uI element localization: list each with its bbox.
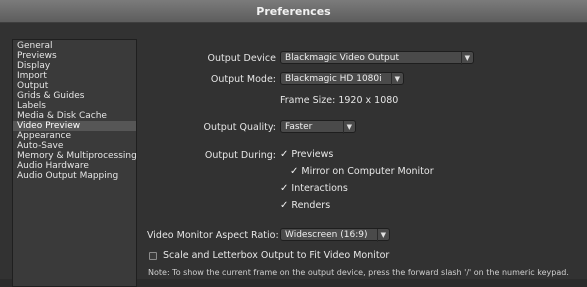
sidebar-item-video-preview[interactable]: Video Preview [13,121,136,131]
mirror-checkbox-label: Mirror on Computer Monitor [301,166,434,177]
output-mode-label: Output Mode: [210,74,276,85]
renders-checkbox-row[interactable]: ✓ Renders [280,200,330,211]
checkmark-icon: ✓ [290,166,299,177]
interactions-checkbox-row[interactable]: ✓ Interactions [280,183,348,194]
output-quality-value: Faster [285,122,313,132]
video-preview-panel: Output Device Blackmagic Video Output ▼ … [140,23,587,279]
scale-letterbox-checkbox[interactable] [149,251,157,260]
aspect-ratio-label: Video Monitor Aspect Ratio: [147,230,279,241]
output-mode-value: Blackmagic HD 1080i [285,74,382,84]
chevron-down-icon: ▼ [460,52,470,65]
sidebar-item-auto-save[interactable]: Auto-Save [13,141,136,151]
sidebar-item-grids-guides[interactable]: Grids & Guides [13,91,136,101]
checkmark-icon: ✓ [280,183,289,194]
interactions-checkbox-label: Interactions [291,183,348,194]
output-device-dropdown[interactable]: Blackmagic Video Output ▼ [280,51,474,65]
sidebar-item-display[interactable]: Display [13,61,136,71]
previews-checkbox-label: Previews [291,149,334,160]
sidebar-item-general[interactable]: General [13,41,136,51]
window-titlebar: Preferences [0,0,587,23]
output-during-label: Output During: [204,150,276,161]
sidebar-item-memory-multiprocessing[interactable]: Memory & Multiprocessing [13,151,137,161]
keyboard-shortcut-note: Note: To show the current frame on the o… [148,268,569,277]
chevron-down-icon: ▼ [342,121,352,134]
scale-letterbox-checkbox-row[interactable]: Scale and Letterbox Output to Fit Video … [149,250,389,261]
sidebar-item-output[interactable]: Output [13,81,136,91]
sidebar-item-labels[interactable]: Labels [13,101,136,111]
chevron-down-icon: ▼ [376,229,386,242]
checkmark-icon: ✓ [280,200,289,211]
sidebar-item-appearance[interactable]: Appearance [13,131,136,141]
aspect-ratio-value: Widescreen (16:9) [285,230,368,240]
checkmark-icon: ✓ [280,149,289,160]
preferences-body: General Previews Display Import Output G… [0,23,587,287]
output-mode-dropdown[interactable]: Blackmagic HD 1080i ▼ [280,72,404,86]
frame-size-readout: Frame Size: 1920 x 1080 [280,95,399,106]
output-quality-dropdown[interactable]: Faster ▼ [280,120,356,134]
output-device-value: Blackmagic Video Output [285,53,399,63]
window-title: Preferences [256,4,331,18]
mirror-checkbox-row[interactable]: ✓ Mirror on Computer Monitor [290,166,434,177]
renders-checkbox-label: Renders [291,200,331,211]
chevron-down-icon: ▼ [390,73,400,86]
sidebar-item-import[interactable]: Import [13,71,136,81]
output-device-label: Output Device [207,53,276,64]
preferences-category-list[interactable]: General Previews Display Import Output G… [12,39,137,287]
sidebar-item-audio-hardware[interactable]: Audio Hardware [13,161,136,171]
aspect-ratio-dropdown[interactable]: Widescreen (16:9) ▼ [280,228,390,242]
output-quality-label: Output Quality: [203,122,276,133]
scale-letterbox-label: Scale and Letterbox Output to Fit Video … [163,250,390,261]
sidebar-item-audio-output-mapping[interactable]: Audio Output Mapping [13,171,136,181]
sidebar-item-previews[interactable]: Previews [13,51,136,61]
previews-checkbox-row[interactable]: ✓ Previews [280,149,333,160]
sidebar-item-media-disk-cache[interactable]: Media & Disk Cache [13,111,136,121]
